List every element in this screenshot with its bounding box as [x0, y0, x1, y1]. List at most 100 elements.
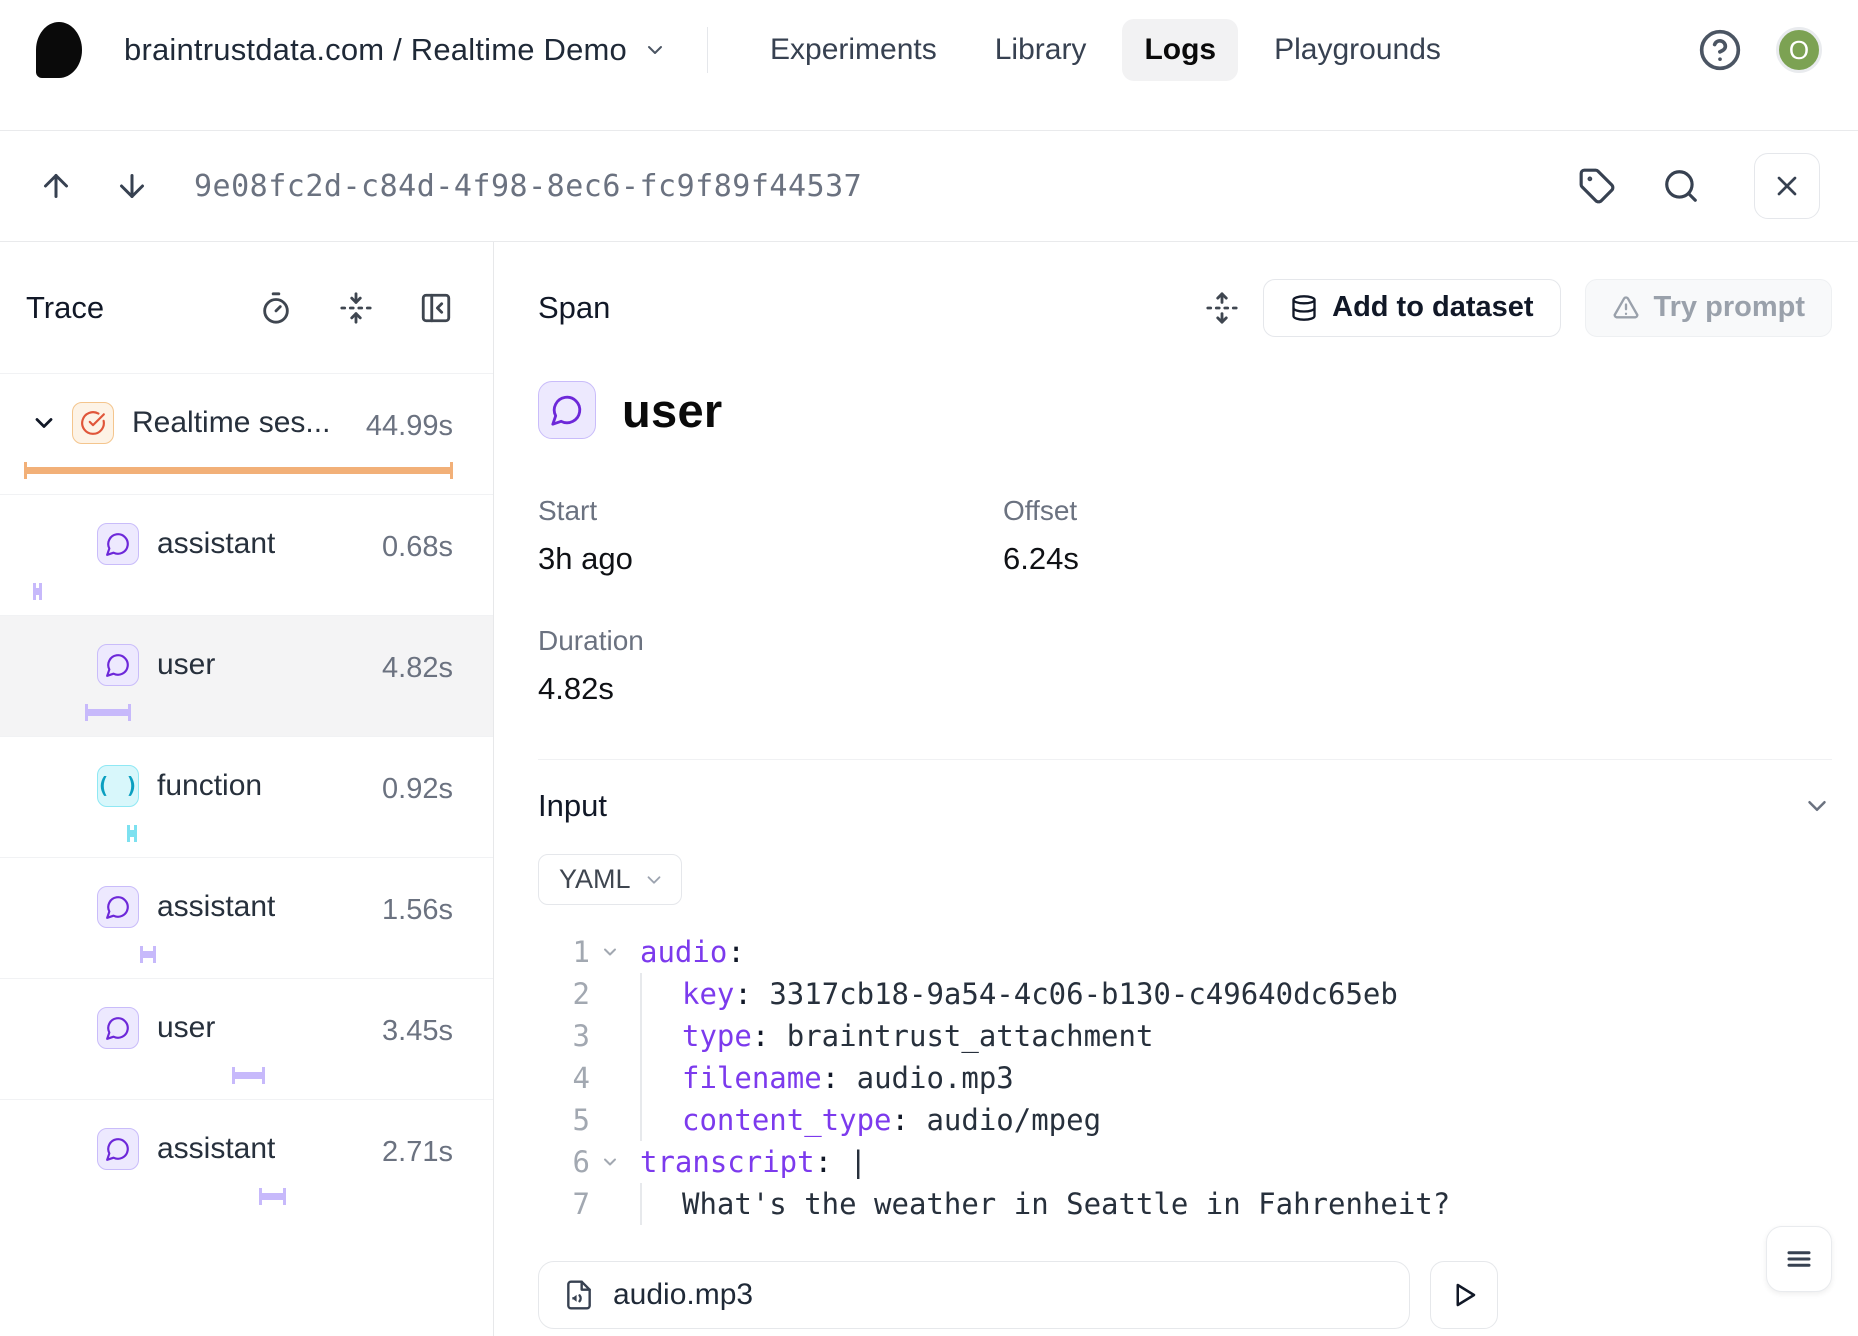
check-circle-icon [80, 410, 106, 436]
trace-panel-title: Trace [26, 290, 104, 326]
span-row-duration: 44.99s [366, 410, 453, 443]
chat-bubble-badge [97, 1128, 139, 1170]
span-row-duration: 3.45s [382, 1015, 453, 1048]
code-content: content_type: audio/mpeg [640, 1099, 1101, 1141]
braintrust-logo[interactable] [36, 22, 82, 78]
trace-row-realtimeses[interactable]: Realtime ses...44.99s [0, 373, 493, 494]
fold-toggle[interactable] [590, 1152, 630, 1172]
tag-button[interactable] [1578, 167, 1616, 205]
play-audio-button[interactable] [1430, 1261, 1498, 1329]
try-prompt-button[interactable]: Try prompt [1585, 279, 1832, 337]
collapse-spans-button[interactable] [339, 291, 373, 325]
span-row-duration: 4.82s [382, 652, 453, 685]
span-timeline-bar [85, 704, 131, 721]
topbar-divider [707, 27, 708, 73]
span-panel-title: Span [538, 290, 610, 326]
search-button[interactable] [1662, 167, 1700, 205]
audio-attachment[interactable]: audio.mp3 [538, 1261, 1410, 1329]
nav-item-playgrounds[interactable]: Playgrounds [1252, 19, 1463, 81]
close-icon [1771, 170, 1803, 202]
span-row-duration: 2.71s [382, 1136, 453, 1169]
code-content: key: 3317cb18-9a54-4c06-b130-c49640dc65e… [640, 973, 1398, 1015]
nav-item-experiments[interactable]: Experiments [748, 19, 959, 81]
trace-row-assistant[interactable]: assistant1.56s [0, 857, 493, 978]
span-name: user [622, 383, 722, 438]
line-number: 4 [538, 1061, 590, 1095]
code-line-2: 2key: 3317cb18-9a54-4c06-b130-c49640dc65… [538, 973, 1832, 1015]
add-to-dataset-button[interactable]: Add to dataset [1263, 279, 1560, 337]
help-button[interactable] [1698, 28, 1742, 72]
code-content: filename: audio.mp3 [640, 1057, 1014, 1099]
expand-row-chevron[interactable] [30, 409, 58, 437]
span-row-label: user [157, 648, 215, 682]
trace-row-function[interactable]: ( )function0.92s [0, 736, 493, 857]
chevron-down-icon [1802, 791, 1832, 821]
section-divider [538, 759, 1832, 760]
meta-duration: Duration 4.82s [538, 625, 1003, 707]
expand-sections-button[interactable] [1205, 291, 1239, 325]
panel-left-close-icon [419, 291, 453, 325]
previous-trace-button[interactable] [38, 168, 74, 204]
duration-label: Duration [538, 625, 1003, 657]
fold-toggle[interactable] [590, 942, 630, 962]
span-row-duration: 0.68s [382, 531, 453, 564]
trace-row-assistant[interactable]: assistant 0.68s [0, 494, 493, 615]
close-trace-button[interactable] [1754, 153, 1820, 219]
fold-chevron-icon [600, 1152, 620, 1172]
offset-label: Offset [1003, 495, 1832, 527]
span-timeline-bar [232, 1067, 265, 1084]
arrow-down-icon [114, 168, 150, 204]
trace-tree-panel: Trace Realtime ses...44.99s assistant 0.68… [0, 242, 494, 1336]
tag-icon [1578, 167, 1616, 205]
span-timeline-bar [24, 462, 453, 479]
span-row-label: assistant [157, 527, 275, 561]
help-icon [1698, 28, 1742, 72]
fold-vertical-icon [339, 291, 373, 325]
nav-item-library[interactable]: Library [973, 19, 1109, 81]
input-section-title: Input [538, 788, 607, 824]
project-selector[interactable]: braintrustdata.com / Realtime Demo [124, 32, 667, 68]
code-line-4: 4 filename: audio.mp3 [538, 1057, 1832, 1099]
offset-value: 6.24s [1003, 541, 1832, 577]
span-row-duration: 0.92s [382, 773, 453, 806]
fold-chevron-icon [600, 942, 620, 962]
meta-start: Start 3h ago [538, 495, 1003, 577]
line-number: 6 [538, 1145, 590, 1179]
trace-row-user[interactable]: user3.45s [0, 978, 493, 1099]
code-content: type: braintrust_attachment [640, 1015, 1153, 1057]
function-icon: ( ) [97, 765, 139, 807]
arrow-up-icon [38, 168, 74, 204]
span-timeline-bar [259, 1188, 286, 1205]
span-detail-panel: Span Add to dataset Try prompt user [494, 242, 1858, 1336]
chat-bubble-badge [97, 886, 139, 928]
span-row-label: assistant [157, 890, 275, 924]
trace-row-user[interactable]: user 4.82s [0, 615, 493, 736]
span-menu-button[interactable] [1766, 1226, 1832, 1292]
chat-bubble-icon [105, 531, 131, 557]
format-select[interactable]: YAML [538, 854, 682, 905]
line-number: 5 [538, 1103, 590, 1137]
unfold-vertical-icon [1205, 291, 1239, 325]
timer-toggle-button[interactable] [259, 291, 293, 325]
chat-bubble-badge [97, 523, 139, 565]
code-line-3: 3type: braintrust_attachment [538, 1015, 1832, 1057]
nav-item-logs[interactable]: Logs [1122, 19, 1238, 81]
next-trace-button[interactable] [114, 168, 150, 204]
code-line-5: 5 content_type: audio/mpeg [538, 1099, 1832, 1141]
span-type-chat-icon [538, 381, 596, 439]
span-timeline-bar [127, 825, 137, 842]
avatar[interactable]: O [1776, 27, 1822, 73]
line-number: 7 [538, 1187, 590, 1221]
collapse-input-button[interactable] [1802, 791, 1832, 821]
top-navigation-bar: braintrustdata.com / Realtime Demo Exper… [0, 0, 1858, 131]
trace-row-assistant[interactable]: assistant2.71s [0, 1099, 493, 1220]
code-block: 1audio:2key: 3317cb18-9a54-4c06-b130-c49… [538, 931, 1832, 1225]
attachment-filename: audio.mp3 [613, 1278, 753, 1312]
menu-icon [1784, 1244, 1814, 1274]
trace-tree: Realtime ses...44.99s assistant 0.68s user 4… [0, 373, 493, 1220]
code-content: transcript: | [640, 1141, 867, 1183]
format-select-value: YAML [559, 864, 631, 895]
collapse-panel-button[interactable] [419, 291, 453, 325]
span-timeline-bar [33, 583, 42, 600]
trace-toolbar: 9e08fc2d-c84d-4f98-8ec6-fc9f89f44537 [0, 131, 1858, 242]
